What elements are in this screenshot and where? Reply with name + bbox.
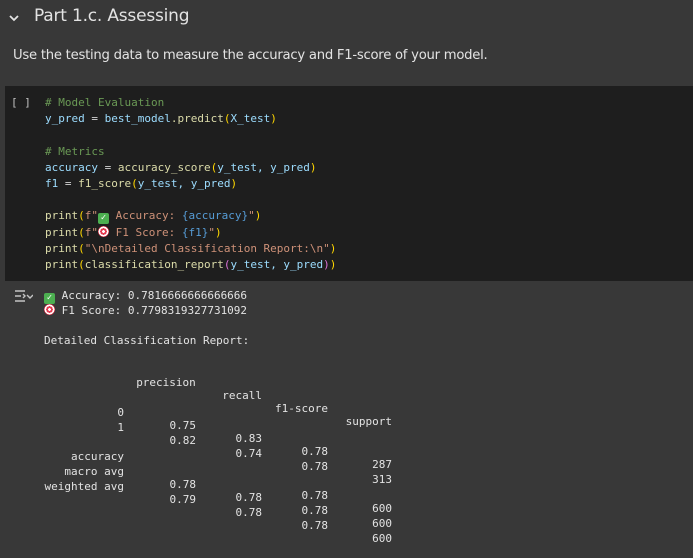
header-precision: precision [136,376,196,389]
section-description: Use the testing data to measure the accu… [13,48,488,63]
header-f1: f1-score [275,402,328,415]
code-token: y_test, y_pred [137,177,231,191]
code-token: print [45,209,79,223]
report-row: macro avg 0.78 0.78 0.78 600 [44,452,392,530]
support-value: 600 [372,517,392,530]
run-cell-button[interactable]: [ ] [11,96,31,109]
chevron-down-icon[interactable] [7,11,21,25]
precision-value: 0.82 [169,434,197,447]
accuracy-output: Accuracy: 0.7816666666666666 [55,289,248,302]
code-token: f" [84,209,98,223]
code-token: accuracy_score [117,160,211,174]
support-value: 313 [372,473,392,486]
code-token: y_pred [45,112,85,126]
code-editor[interactable]: # Model Evaluation y_pred = best_model.p… [45,95,336,273]
header-recall: recall [222,389,262,402]
header-support: support [345,415,392,428]
code-token: accuracy [45,160,98,174]
row-label: 1 [117,421,124,434]
f1-value: 0.78 [301,519,329,532]
support-value: 287 [372,458,392,471]
f1-output: F1 Score: 0.7798319327731092 [55,304,248,317]
code-token: f" [84,225,98,239]
report-row: 1 0.82 0.74 0.78 313 [44,408,392,486]
code-token: = [84,112,105,126]
recall-value: 0.78 [235,491,263,504]
code-token: F1 Score: [109,225,182,239]
code-token: best_model [104,112,171,126]
code-token: {accuracy} [181,209,249,223]
code-token: f1 [45,177,59,191]
code-token: X_test [230,112,271,126]
support-value: 600 [372,502,392,515]
precision-value: 0.75 [169,419,197,432]
code-token: f1_score [78,177,132,191]
direct-hit-icon [98,225,109,237]
recall-value: 0.78 [235,506,263,519]
code-token: y_test, y_pred [230,258,324,272]
section-header[interactable]: Part 1.c. Assessing [0,0,693,36]
code-token: print [45,258,79,272]
report-row: 0 0.75 0.83 0.78 287 [44,393,392,471]
output-toggle-icon[interactable] [13,289,33,303]
precision-value: 0.78 [169,478,197,491]
code-token: y_test, y_pred [217,160,310,174]
support-value: 600 [372,532,392,545]
code-token: .predict [170,112,224,126]
cell-output: ✓ Accuracy: 0.7816666666666666 F1 Score:… [44,289,249,348]
code-token: {f1} [181,225,209,239]
report-header-row: precision recall f1-score support [44,363,392,428]
recall-value: 0.83 [235,432,263,445]
report-title: Detailed Classification Report: [44,333,250,347]
f1-value: 0.78 [301,504,329,517]
report-row: weighted avg 0.79 0.78 0.78 600 [44,467,392,545]
f1-value: 0.78 [301,489,329,502]
recall-value: 0.74 [235,447,263,460]
precision-value: 0.79 [169,493,197,506]
code-comment: # Model Evaluation [45,96,165,109]
check-mark-icon: ✓ [44,293,55,304]
code-token: print [45,241,79,255]
code-token: print [45,225,79,239]
code-token: "\nDetailed Classification Report:\n" [84,241,330,255]
f1-value: 0.78 [301,445,329,458]
direct-hit-icon [44,304,55,315]
section-title: Part 1.c. Assessing [34,6,190,26]
check-mark-icon: ✓ [98,213,109,225]
code-comment: # Metrics [45,144,105,158]
report-row: accuracy 0.78 600 [44,437,392,515]
code-token: Accuracy: [109,209,182,223]
code-token: classification_report [84,258,224,272]
f1-value: 0.78 [301,460,329,473]
